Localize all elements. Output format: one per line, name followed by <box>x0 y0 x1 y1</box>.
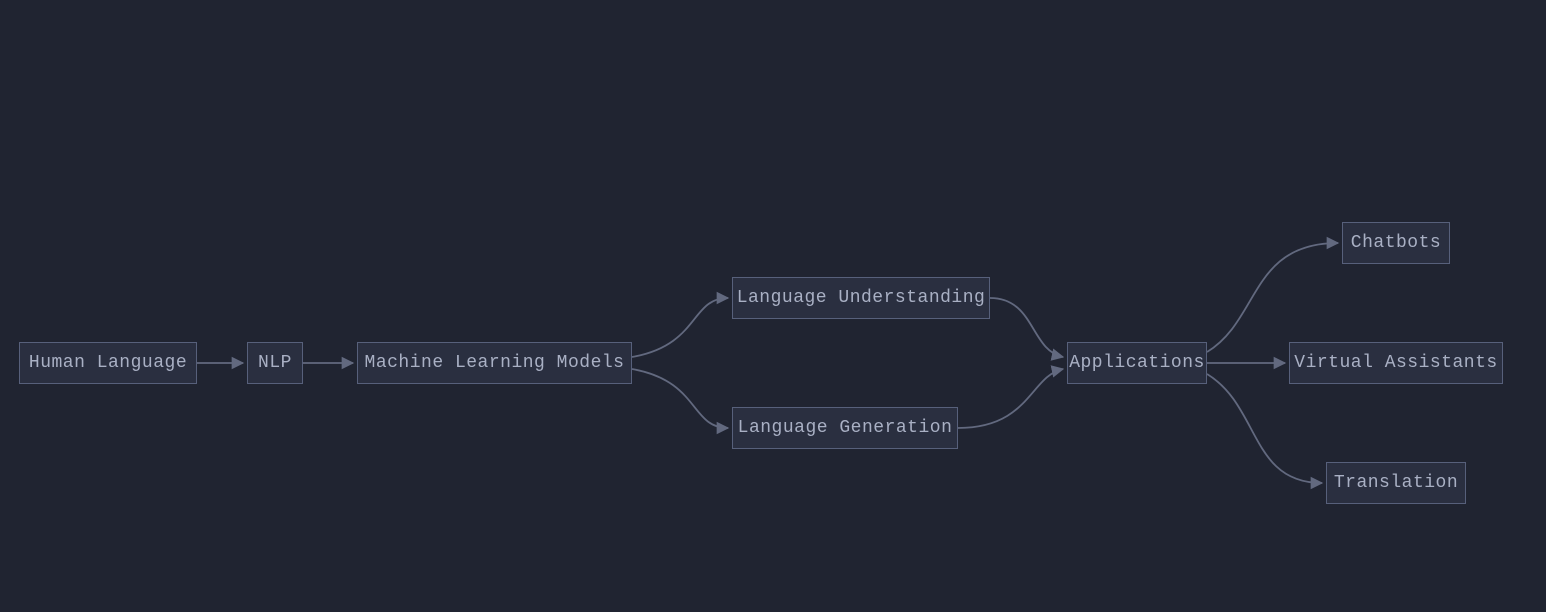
edge-apps-chatbots <box>1207 243 1338 352</box>
node-language-generation: Language Generation <box>732 407 958 449</box>
node-virtual-assistants: Virtual Assistants <box>1289 342 1503 384</box>
node-label: Chatbots <box>1351 233 1441 253</box>
node-language-understanding: Language Understanding <box>732 277 990 319</box>
node-label: Translation <box>1334 473 1458 493</box>
node-nlp: NLP <box>247 342 303 384</box>
node-label: Language Understanding <box>737 288 986 308</box>
edge-mlm-lu <box>632 298 728 357</box>
node-human-language: Human Language <box>19 342 197 384</box>
node-label: Human Language <box>29 353 187 373</box>
node-label: Applications <box>1069 353 1205 373</box>
edge-apps-translation <box>1207 374 1322 483</box>
node-translation: Translation <box>1326 462 1466 504</box>
node-label: NLP <box>258 353 292 373</box>
node-applications: Applications <box>1067 342 1207 384</box>
edge-lu-apps <box>990 298 1063 357</box>
node-label: Virtual Assistants <box>1294 353 1497 373</box>
node-label: Machine Learning Models <box>365 353 625 373</box>
node-label: Language Generation <box>738 418 953 438</box>
edge-mlm-lg <box>632 369 728 428</box>
node-machine-learning-models: Machine Learning Models <box>357 342 632 384</box>
edge-lg-apps <box>958 369 1063 428</box>
diagram-canvas: Human Language NLP Machine Learning Mode… <box>0 0 1546 612</box>
node-chatbots: Chatbots <box>1342 222 1450 264</box>
